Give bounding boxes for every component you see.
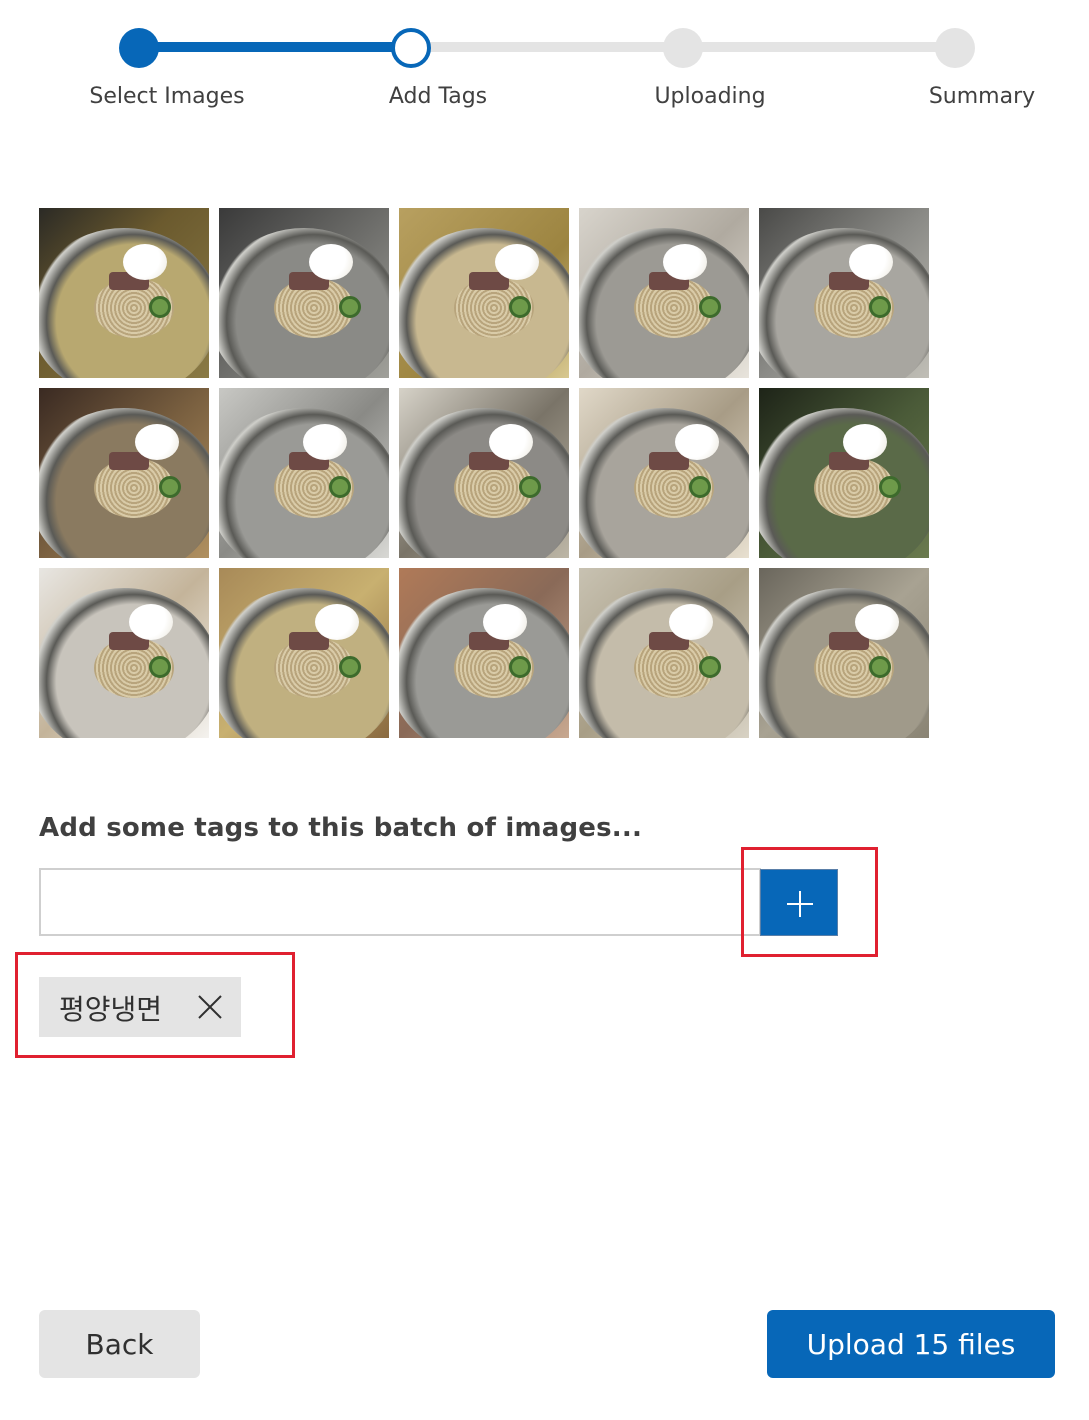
cucumber-shape [339,656,361,678]
egg-shape [489,424,533,460]
image-thumbnail [39,568,209,738]
highlight-box-tag-chip [15,952,295,1058]
image-thumbnail [219,208,389,378]
step-label-add-tags: Add Tags [388,84,488,109]
tag-input[interactable] [39,868,761,936]
egg-shape [849,244,893,280]
image-grid [39,208,929,738]
egg-shape [135,424,179,460]
cucumber-shape [519,476,541,498]
image-thumbnail [759,208,929,378]
image-thumbnail [579,208,749,378]
step-dot-uploading [663,28,703,68]
egg-shape [315,604,359,640]
step-label-select-images: Select Images [89,84,245,109]
step-dot-select-images [119,28,159,68]
egg-shape [483,604,527,640]
egg-shape [303,424,347,460]
cucumber-shape [149,656,171,678]
image-thumbnail [39,388,209,558]
cucumber-shape [339,296,361,318]
image-thumbnail [579,388,749,558]
egg-shape [495,244,539,280]
egg-shape [123,244,167,280]
image-thumbnail [399,388,569,558]
cucumber-shape [699,296,721,318]
egg-shape [129,604,173,640]
cucumber-shape [689,476,711,498]
image-thumbnail [39,208,209,378]
tags-heading: Add some tags to this batch of images... [39,813,643,843]
cucumber-shape [879,476,901,498]
upload-button[interactable]: Upload 15 files [767,1310,1055,1378]
image-thumbnail [399,208,569,378]
step-dot-add-tags [391,28,431,68]
cucumber-shape [869,296,891,318]
image-thumbnail [399,568,569,738]
egg-shape [309,244,353,280]
image-thumbnail [579,568,749,738]
cucumber-shape [329,476,351,498]
back-button[interactable]: Back [39,1310,200,1378]
image-thumbnail [759,388,929,558]
cucumber-shape [509,656,531,678]
step-label-uploading: Uploading [654,84,766,109]
cucumber-shape [699,656,721,678]
egg-shape [675,424,719,460]
egg-shape [843,424,887,460]
highlight-box-add-button [741,847,878,957]
step-dot-summary [935,28,975,68]
image-thumbnail [759,568,929,738]
cucumber-shape [509,296,531,318]
step-label-summary: Summary [928,84,1036,109]
egg-shape [855,604,899,640]
progress-stepper: Select Images Add Tags Uploading Summary [0,0,1089,130]
image-thumbnail [219,568,389,738]
egg-shape [669,604,713,640]
cucumber-shape [159,476,181,498]
stepper-track-complete [140,42,412,52]
cucumber-shape [869,656,891,678]
egg-shape [663,244,707,280]
cucumber-shape [149,296,171,318]
image-thumbnail [219,388,389,558]
